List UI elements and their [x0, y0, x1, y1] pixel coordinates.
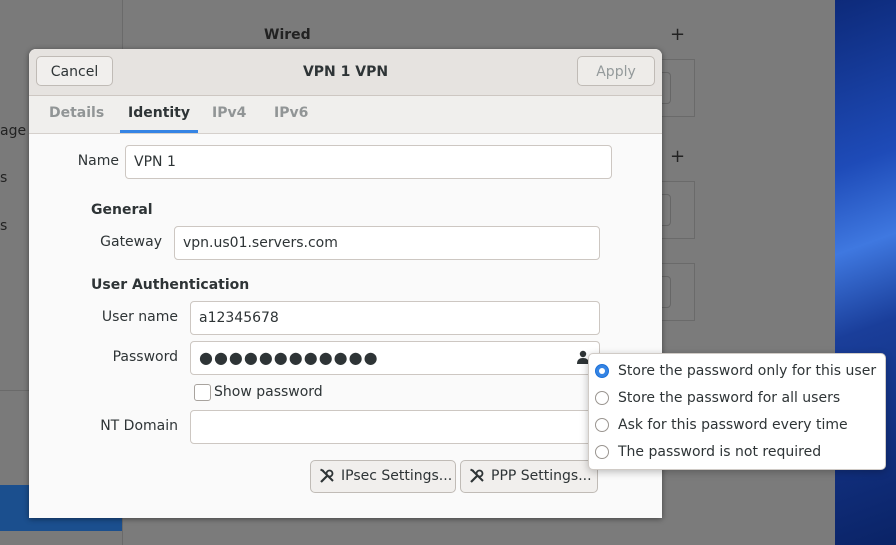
password-option-not-required[interactable]: The password is not required	[595, 439, 879, 466]
radio-button[interactable]	[595, 445, 609, 459]
sidebar-item-fragment[interactable]: age	[0, 123, 26, 139]
nt-domain-field[interactable]	[190, 410, 600, 444]
gateway-field[interactable]: vpn.us01.servers.com	[174, 226, 600, 260]
password-option-all-users[interactable]: Store the password for all users	[595, 385, 879, 412]
option-label: The password is not required	[618, 444, 822, 460]
sidebar-item-fragment[interactable]: s	[0, 170, 7, 186]
vpn-dialog: VPN 1 VPN Cancel Apply Details Identity …	[29, 49, 662, 518]
tab-ipv6[interactable]: IPv6	[266, 96, 316, 133]
name-label: Name	[77, 153, 119, 169]
password-option-this-user[interactable]: Store the password only for this user	[595, 358, 879, 385]
tools-icon	[320, 468, 334, 483]
password-label: Password	[112, 349, 178, 365]
ppp-settings-label: PPP Settings...	[491, 468, 592, 484]
option-label: Ask for this password every time	[618, 417, 848, 433]
dialog-headerbar: VPN 1 VPN Cancel Apply	[29, 49, 662, 96]
option-label: Store the password for all users	[618, 390, 841, 406]
radio-button[interactable]	[595, 364, 609, 378]
tab-ipv4[interactable]: IPv4	[204, 96, 254, 133]
tools-icon	[470, 468, 484, 483]
wired-heading: Wired	[264, 27, 311, 43]
cancel-button[interactable]: Cancel	[36, 56, 113, 86]
nt-domain-label: NT Domain	[100, 418, 178, 434]
add-wired-icon[interactable]: +	[670, 24, 685, 45]
show-password-label[interactable]: Show password	[214, 384, 323, 400]
radio-button[interactable]	[595, 418, 609, 432]
password-option-ask-every-time[interactable]: Ask for this password every time	[595, 412, 879, 439]
add-vpn-icon[interactable]: +	[670, 146, 685, 167]
sidebar-item-fragment[interactable]: s	[0, 218, 7, 234]
gateway-label: Gateway	[100, 234, 162, 250]
tab-identity[interactable]: Identity	[120, 96, 199, 133]
option-label: Store the password only for this user	[618, 363, 877, 379]
general-heading: General	[91, 202, 153, 218]
apply-button[interactable]: Apply	[577, 56, 655, 86]
password-field[interactable]: ●●●●●●●●●●●●	[190, 341, 600, 375]
username-label: User name	[101, 309, 178, 325]
ipsec-settings-label: IPsec Settings...	[341, 468, 453, 484]
dialog-title: VPN 1 VPN	[302, 64, 389, 80]
username-field[interactable]: a12345678	[190, 301, 600, 335]
show-password-checkbox[interactable]	[194, 384, 211, 401]
radio-button[interactable]	[595, 391, 609, 405]
password-value: ●●●●●●●●●●●●	[199, 348, 379, 367]
user-authentication-heading: User Authentication	[91, 277, 250, 293]
ipsec-settings-button[interactable]: IPsec Settings...	[310, 460, 456, 493]
password-storage-popover: Store the password only for this user St…	[588, 353, 886, 470]
tab-details[interactable]: Details	[41, 96, 112, 133]
ppp-settings-button[interactable]: PPP Settings...	[460, 460, 598, 493]
name-field[interactable]: VPN 1	[125, 145, 612, 179]
tab-bar: Details Identity IPv4 IPv6	[29, 96, 662, 134]
